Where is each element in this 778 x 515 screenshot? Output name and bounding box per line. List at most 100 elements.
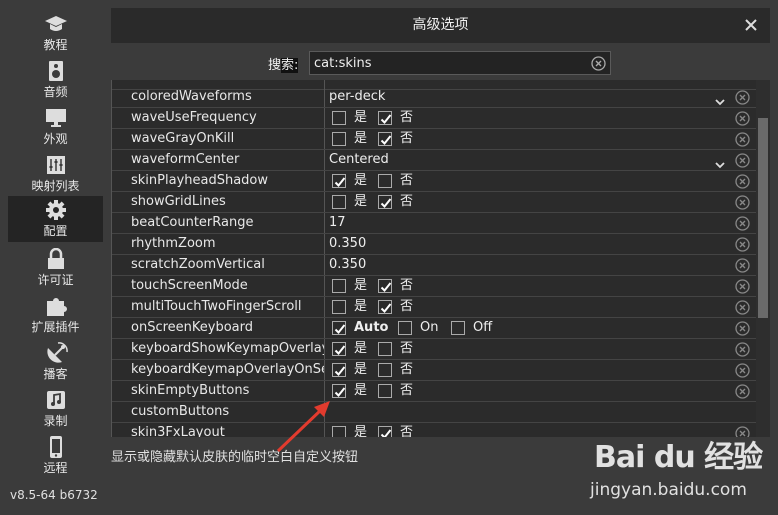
yes-checkbox[interactable] xyxy=(332,384,346,398)
on-checkbox[interactable] xyxy=(398,321,412,335)
advanced-options-dialog: 高级选项 搜索: coloredWaveforms per-deck waveUse… xyxy=(111,8,770,478)
yes-checkbox[interactable] xyxy=(332,300,346,314)
clear-search-icon[interactable] xyxy=(591,56,606,71)
no-checkbox[interactable] xyxy=(378,426,392,437)
option-value[interactable]: 是否 xyxy=(326,108,731,128)
yes-checkbox[interactable] xyxy=(332,132,346,146)
yes-checkbox[interactable] xyxy=(332,195,346,209)
text-value[interactable]: 0.350 xyxy=(329,236,366,251)
sidebar-item-8[interactable]: 录制 xyxy=(8,386,103,432)
reset-option-icon[interactable] xyxy=(735,174,750,189)
option-value[interactable]: 是否 xyxy=(326,129,731,149)
option-value[interactable]: 是否 xyxy=(326,360,731,380)
no-checkbox[interactable] xyxy=(378,342,392,356)
yes-checkbox[interactable] xyxy=(332,279,346,293)
yes-checkbox[interactable] xyxy=(332,174,346,188)
option-value[interactable]: 是否 xyxy=(326,339,731,359)
no-checkbox[interactable] xyxy=(378,363,392,377)
option-value[interactable]: 0.350 xyxy=(326,234,731,254)
reset-option-icon[interactable] xyxy=(735,216,750,231)
table-row[interactable]: skinPlayheadShadow 是否 xyxy=(112,171,756,192)
reset-option-icon[interactable] xyxy=(735,342,750,357)
reset-option-icon[interactable] xyxy=(735,90,750,105)
option-value[interactable]: per-deck xyxy=(326,87,731,107)
yes-checkbox[interactable] xyxy=(332,426,346,437)
option-value[interactable]: 是否 xyxy=(326,171,731,191)
select-value[interactable]: per-deck xyxy=(329,89,385,104)
option-value[interactable]: Auto On Off xyxy=(326,318,731,338)
scrollbar-thumb[interactable] xyxy=(758,118,768,318)
no-checkbox[interactable] xyxy=(378,279,392,293)
yes-checkbox[interactable] xyxy=(332,342,346,356)
option-value[interactable]: Centered xyxy=(326,150,731,170)
sidebar-item-7[interactable]: 播客 xyxy=(8,339,103,385)
no-checkbox[interactable] xyxy=(378,174,392,188)
table-row[interactable]: customButtons xyxy=(112,402,756,423)
no-checkbox[interactable] xyxy=(378,384,392,398)
sidebar-item-6[interactable]: 扩展插件 xyxy=(8,292,103,338)
music-note-icon xyxy=(44,389,68,411)
sidebar-item-1[interactable]: 音频 xyxy=(8,57,103,103)
no-checkbox[interactable] xyxy=(378,132,392,146)
table-row[interactable]: waveGrayOnKill 是否 xyxy=(112,129,756,150)
table-row[interactable]: touchScreenMode 是否 xyxy=(112,276,756,297)
sidebar-item-5[interactable]: 许可证 xyxy=(8,245,103,291)
table-row[interactable]: waveformCenter Centered xyxy=(112,150,756,171)
scrollbar[interactable] xyxy=(756,80,770,437)
table-row[interactable]: keyboardKeymapOverlayOnSecondScreen是否 xyxy=(112,360,756,381)
sidebar-item-4[interactable]: 配置 xyxy=(8,196,103,242)
table-row[interactable]: waveUseFrequency 是否 xyxy=(112,108,756,129)
option-name: beatCounterRange xyxy=(112,213,325,233)
no-checkbox[interactable] xyxy=(378,195,392,209)
table-row[interactable]: keyboardShowKeymapOverlay 是否 xyxy=(112,339,756,360)
option-value[interactable]: 是否 xyxy=(326,192,731,212)
checkbox-label: Auto xyxy=(354,320,389,335)
table-row[interactable]: showGridLines 是否 xyxy=(112,192,756,213)
option-name: keyboardShowKeymapOverlay xyxy=(112,339,325,359)
reset-option-icon[interactable] xyxy=(735,279,750,294)
option-value[interactable]: 是否 xyxy=(326,297,731,317)
option-value[interactable]: 0.350 xyxy=(326,255,731,275)
no-checkbox[interactable] xyxy=(378,111,392,125)
option-name: rhythmZoom xyxy=(112,234,325,254)
sidebar-item-2[interactable]: 外观 xyxy=(8,104,103,150)
reset-option-icon[interactable] xyxy=(735,300,750,315)
text-value[interactable]: 0.350 xyxy=(329,257,366,272)
reset-option-icon[interactable] xyxy=(735,258,750,273)
option-value[interactable]: 是否 xyxy=(326,381,731,401)
reset-option-icon[interactable] xyxy=(735,132,750,147)
reset-option-icon[interactable] xyxy=(735,195,750,210)
reset-option-icon[interactable] xyxy=(735,384,750,399)
sidebar-item-3[interactable]: 映射列表 xyxy=(8,151,103,197)
close-icon[interactable] xyxy=(742,16,760,34)
reset-option-icon[interactable] xyxy=(735,363,750,378)
reset-option-icon[interactable] xyxy=(735,237,750,252)
option-value[interactable]: 17 xyxy=(326,213,731,233)
off-checkbox[interactable] xyxy=(451,321,465,335)
yes-checkbox[interactable] xyxy=(332,363,346,377)
dialog-title: 高级选项 xyxy=(412,17,469,33)
table-row[interactable]: beatCounterRange 17 xyxy=(112,213,756,234)
option-value[interactable]: 是否 xyxy=(326,276,731,296)
text-value[interactable]: 17 xyxy=(329,215,346,230)
select-value[interactable]: Centered xyxy=(329,152,389,167)
chevron-down-icon[interactable] xyxy=(715,156,725,169)
sidebar-item-0[interactable]: 教程 xyxy=(8,10,103,56)
table-row[interactable]: skinEmptyButtons 是否 xyxy=(112,381,756,402)
checkbox-label: 否 xyxy=(400,299,414,314)
table-row[interactable]: scratchZoomVertical 0.350 xyxy=(112,255,756,276)
table-row[interactable]: onScreenKeyboard Auto On Off xyxy=(112,318,756,339)
no-checkbox[interactable] xyxy=(378,300,392,314)
reset-option-icon[interactable] xyxy=(735,321,750,336)
table-row[interactable]: rhythmZoom 0.350 xyxy=(112,234,756,255)
sidebar-item-9[interactable]: 远程 xyxy=(8,433,103,479)
reset-option-icon[interactable] xyxy=(735,153,750,168)
yes-checkbox[interactable] xyxy=(332,111,346,125)
reset-option-icon[interactable] xyxy=(735,111,750,126)
auto-checkbox[interactable] xyxy=(332,321,346,335)
search-input[interactable] xyxy=(314,54,584,72)
chevron-down-icon[interactable] xyxy=(715,93,725,106)
search-box[interactable] xyxy=(309,51,611,75)
table-row[interactable]: multiTouchTwoFingerScroll 是否 xyxy=(112,297,756,318)
table-row[interactable]: coloredWaveforms per-deck xyxy=(112,87,756,108)
